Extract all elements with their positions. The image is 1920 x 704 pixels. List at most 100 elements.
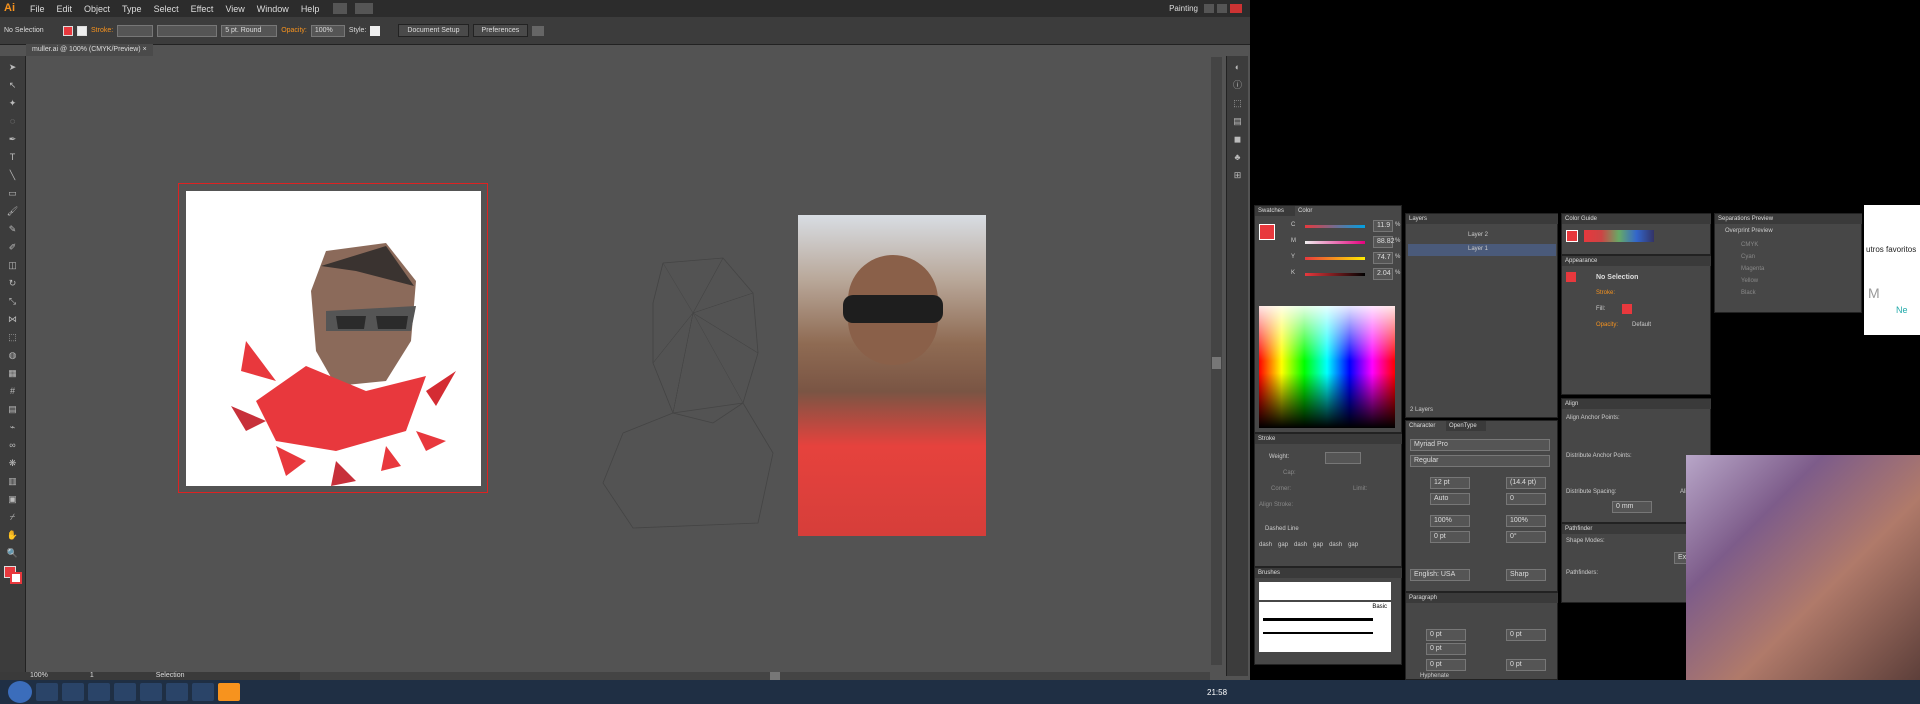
- vlc-icon[interactable]: [140, 683, 162, 701]
- stroke-weight-field[interactable]: [117, 24, 154, 37]
- close-icon[interactable]: [1230, 4, 1242, 13]
- baseline-shift-field[interactable]: 0 pt: [1430, 531, 1470, 543]
- browser-tile-label[interactable]: Ne: [1896, 305, 1908, 315]
- blend-tool-icon[interactable]: ∞: [5, 438, 21, 452]
- perspective-grid-tool-icon[interactable]: ▦: [5, 366, 21, 380]
- blob-brush-tool-icon[interactable]: ✐: [5, 240, 21, 254]
- appearance-stroke-label[interactable]: Stroke:: [1596, 290, 1615, 296]
- app-icon[interactable]: [88, 683, 110, 701]
- fill-stroke-indicator[interactable]: [4, 566, 22, 584]
- bridge-icon[interactable]: [333, 3, 348, 14]
- illustrator-taskbar-icon[interactable]: [218, 683, 240, 701]
- layers-panel-title[interactable]: Layers: [1406, 214, 1558, 224]
- cyan-value[interactable]: 11.9: [1373, 220, 1393, 232]
- antialias-select[interactable]: Sharp: [1506, 569, 1546, 581]
- pencil-tool-icon[interactable]: ✎: [5, 222, 21, 236]
- brush-list[interactable]: Basic: [1259, 602, 1391, 652]
- explorer-icon[interactable]: [36, 683, 58, 701]
- stroke-color-swatch[interactable]: [10, 572, 22, 584]
- stroke-label[interactable]: Stroke:: [91, 27, 113, 34]
- first-line-indent-field[interactable]: 0 pt: [1426, 643, 1466, 655]
- color-icon[interactable]: ◐: [1230, 60, 1246, 74]
- spacing-value-field[interactable]: 0 mm: [1612, 501, 1652, 513]
- artboard-number[interactable]: 1: [90, 672, 94, 679]
- color-fill-swatch[interactable]: [1259, 224, 1275, 240]
- space-after-field[interactable]: 0 pt: [1506, 659, 1546, 671]
- tab-color[interactable]: Color: [1295, 206, 1325, 216]
- menu-select[interactable]: Select: [148, 4, 185, 14]
- color-guide-title[interactable]: Color Guide: [1562, 214, 1711, 224]
- scale-tool-icon[interactable]: ⤡: [5, 294, 21, 308]
- char-rotation-field[interactable]: 0°: [1506, 531, 1546, 543]
- language-select[interactable]: English: USA: [1410, 569, 1470, 581]
- menu-view[interactable]: View: [219, 4, 250, 14]
- rotate-tool-icon[interactable]: ↻: [5, 276, 21, 290]
- paragraph-panel-title[interactable]: Paragraph: [1406, 593, 1558, 603]
- navigator-icon[interactable]: ⊞: [1230, 168, 1246, 182]
- line-tool-icon[interactable]: ╲: [5, 168, 21, 182]
- width-tool-icon[interactable]: ⋈: [5, 312, 21, 326]
- vertical-scale-field[interactable]: 100%: [1430, 515, 1470, 527]
- reference-photo[interactable]: [798, 215, 986, 536]
- layer-name-2[interactable]: Layer 2: [1468, 232, 1488, 238]
- arrange-documents-icon[interactable]: [355, 3, 374, 14]
- eyedropper-tool-icon[interactable]: ⌁: [5, 420, 21, 434]
- shape-builder-tool-icon[interactable]: ◍: [5, 348, 21, 362]
- layers-icon[interactable]: ▤: [1230, 114, 1246, 128]
- appearance-fill-swatch[interactable]: [1622, 304, 1632, 314]
- graphic-style-swatch[interactable]: [370, 25, 381, 36]
- menu-window[interactable]: Window: [251, 4, 295, 14]
- tab-character[interactable]: Character: [1406, 421, 1446, 431]
- layer-name-1[interactable]: Layer 1: [1468, 246, 1488, 252]
- color-spectrum[interactable]: [1259, 306, 1395, 428]
- slice-tool-icon[interactable]: ⌿: [5, 510, 21, 524]
- menu-help[interactable]: Help: [295, 4, 326, 14]
- lowpoly-portrait-artwork[interactable]: [186, 191, 481, 486]
- document-tab[interactable]: muller.ai @ 100% (CMYK/Preview) ×: [26, 44, 153, 56]
- workspace-switcher[interactable]: Painting: [1169, 4, 1198, 13]
- symbols-icon[interactable]: ♣: [1230, 150, 1246, 164]
- rectangle-tool-icon[interactable]: ▭: [5, 186, 21, 200]
- sep-cyan[interactable]: Cyan: [1741, 254, 1755, 260]
- fill-swatch[interactable]: [63, 25, 73, 36]
- hyphenate-checkbox[interactable]: Hyphenate: [1420, 673, 1449, 679]
- start-button-icon[interactable]: [8, 681, 32, 703]
- tab-opentype[interactable]: OpenType: [1446, 421, 1486, 431]
- align-panel-title[interactable]: Align: [1562, 399, 1711, 409]
- layer-row-1[interactable]: Layer 1: [1408, 244, 1556, 256]
- right-indent-field[interactable]: 0 pt: [1506, 629, 1546, 641]
- yellow-value[interactable]: 74.7: [1373, 252, 1393, 264]
- sep-cmyk[interactable]: CMYK: [1741, 242, 1758, 248]
- sep-yellow[interactable]: Yellow: [1741, 278, 1758, 284]
- selection-tool-icon[interactable]: ➤: [5, 60, 21, 74]
- stroke-weight-input[interactable]: [1325, 452, 1361, 464]
- menu-file[interactable]: File: [24, 4, 51, 14]
- font-style-select[interactable]: Regular: [1410, 455, 1550, 467]
- transform-icon[interactable]: ⬚: [1230, 96, 1246, 110]
- canvas-area[interactable]: [27, 57, 1217, 665]
- document-setup-button[interactable]: Document Setup: [398, 24, 469, 37]
- pen-tool-icon[interactable]: ✒: [5, 132, 21, 146]
- leading-field[interactable]: (14.4 pt): [1506, 477, 1546, 489]
- browser-tile-letter[interactable]: M: [1868, 285, 1880, 301]
- brush-preview-row[interactable]: [1259, 582, 1391, 600]
- menu-edit[interactable]: Edit: [51, 4, 79, 14]
- restore-icon[interactable]: [1217, 4, 1227, 13]
- opacity-label[interactable]: Opacity:: [281, 27, 307, 34]
- utorrent-icon[interactable]: [192, 683, 214, 701]
- variable-width-profile[interactable]: [157, 24, 218, 37]
- horizontal-scrollbar[interactable]: [300, 672, 1210, 680]
- chrome-icon[interactable]: [62, 683, 84, 701]
- appearance-opacity-label[interactable]: Opacity:: [1596, 322, 1618, 328]
- brushes-panel-title[interactable]: Brushes: [1255, 568, 1402, 578]
- appearance-fill-label[interactable]: Fill:: [1596, 306, 1605, 312]
- font-family-select[interactable]: Myriad Pro: [1410, 439, 1550, 451]
- lasso-tool-icon[interactable]: ◌: [5, 114, 21, 128]
- kerning-field[interactable]: Auto: [1430, 493, 1470, 505]
- magic-wand-tool-icon[interactable]: ✦: [5, 96, 21, 110]
- stroke-panel-title[interactable]: Stroke: [1255, 434, 1402, 444]
- stroke-swatch[interactable]: [77, 25, 87, 36]
- dashed-line-label[interactable]: Dashed Line: [1265, 526, 1299, 532]
- direct-selection-tool-icon[interactable]: ↖: [5, 78, 21, 92]
- harmony-swatches[interactable]: [1584, 230, 1654, 242]
